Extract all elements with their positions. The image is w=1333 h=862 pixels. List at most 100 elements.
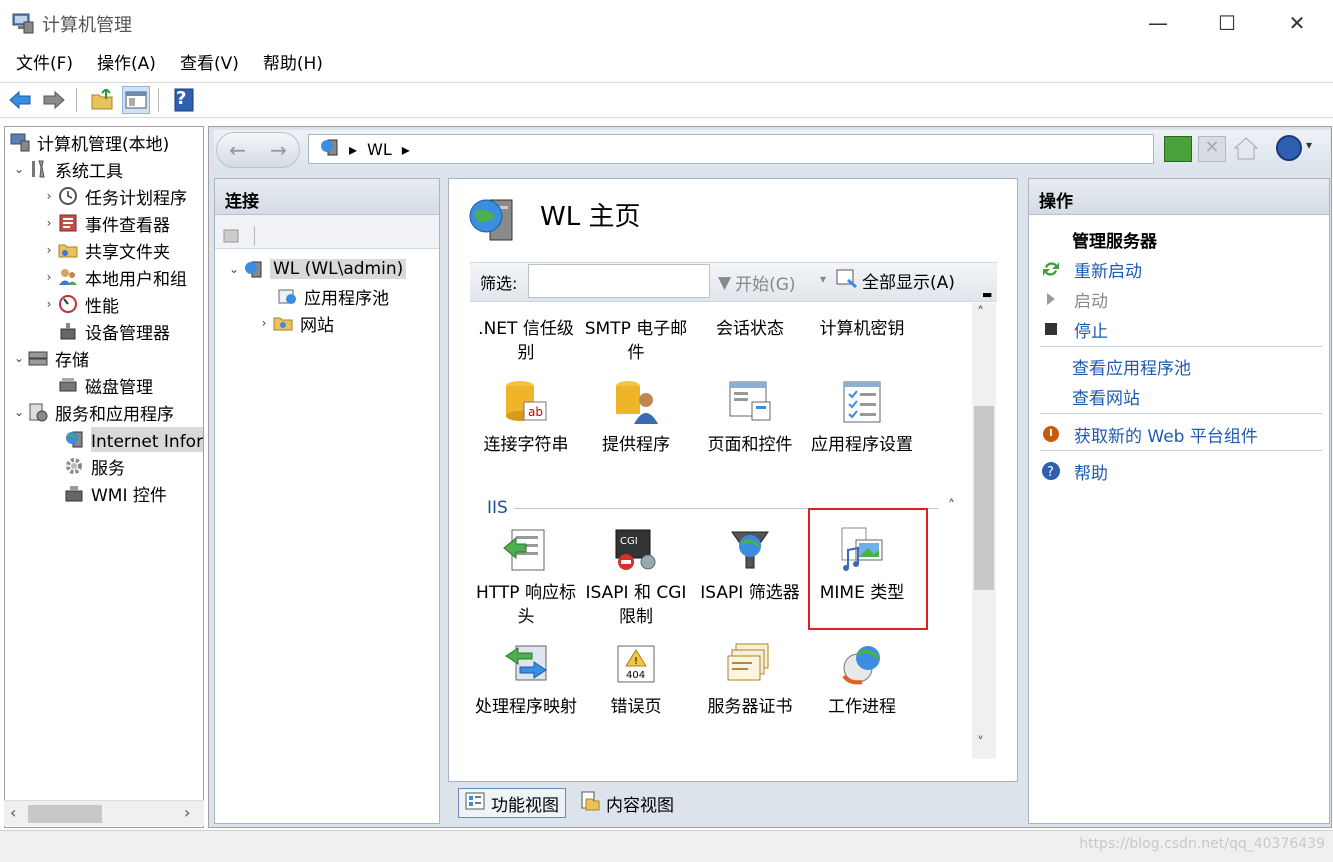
scroll-thumb[interactable] — [974, 406, 994, 590]
svg-text:404: 404 — [626, 670, 645, 681]
feature-isapi-filters[interactable]: ISAPI 筛选器 — [694, 525, 806, 605]
filter-label: 筛选: — [480, 274, 518, 293]
maximize-button[interactable]: ☐ — [1192, 0, 1262, 46]
tree-horizontal-scrollbar[interactable]: ‹ › — [4, 800, 204, 826]
feature-connection-strings[interactable]: ab 连接字符串 — [470, 377, 582, 457]
tree-wmi[interactable]: WMI 控件 — [63, 480, 167, 506]
up-folder-icon[interactable] — [88, 86, 116, 114]
feature-net-trust[interactable]: .NET 信任级别 — [470, 317, 582, 365]
tree-iis[interactable]: Internet Information Services (IIS) 管理器 — [63, 426, 203, 452]
tree-services[interactable]: 服务 — [63, 453, 125, 479]
handler-mappings-icon — [501, 639, 551, 689]
action-stop[interactable]: 停止 — [1040, 316, 1108, 342]
tree-device-manager[interactable]: 设备管理器 — [57, 318, 170, 344]
conn-server-node[interactable]: ⌄ WL (WL\admin) — [226, 256, 407, 282]
stop-x-icon[interactable]: ✕ — [1198, 136, 1226, 162]
feature-isapi-cgi[interactable]: CGI ISAPI 和 CGI 限制 — [580, 525, 692, 629]
feature-app-settings[interactable]: 应用程序设置 — [806, 377, 918, 457]
start-dropdown-icon[interactable]: ▾ — [820, 272, 826, 286]
tree-task-scheduler[interactable]: › 任务计划程序 — [41, 183, 187, 209]
scroll-down-arrow-icon[interactable]: ˅ — [977, 735, 984, 751]
feature-worker-processes[interactable]: 工作进程 — [806, 639, 918, 719]
address-breadcrumb[interactable]: ▸ WL ▸ — [308, 134, 1154, 164]
menu-help[interactable]: 帮助(H) — [255, 50, 331, 78]
chevron-down-icon[interactable]: ⌄ — [11, 351, 27, 365]
chevron-right-icon[interactable]: › — [41, 189, 57, 203]
refresh-icon[interactable] — [1164, 136, 1192, 162]
chevron-down-icon[interactable]: ▾ — [1306, 138, 1312, 152]
iis-forward-arrow-icon[interactable]: → — [270, 138, 287, 162]
show-all-button[interactable]: 全部显示(A) — [836, 268, 955, 293]
console-tree: 计算机管理(本地) ⌄ 系统工具 › 任务计划程序 › 事件查看器 › 共享文件… — [4, 126, 204, 828]
actions-title: 操作 — [1029, 179, 1329, 215]
feature-server-certificates[interactable]: 服务器证书 — [694, 639, 806, 719]
tree-shared-folders[interactable]: › 共享文件夹 — [41, 237, 170, 263]
tree-event-viewer[interactable]: › 事件查看器 — [41, 210, 170, 236]
show-hide-tree-icon[interactable] — [122, 86, 150, 114]
filter-input[interactable] — [528, 264, 710, 298]
minimize-button[interactable]: — — [1123, 0, 1193, 46]
tree-local-users[interactable]: › 本地用户和组 — [41, 264, 187, 290]
help-circle-icon: ? — [1040, 460, 1062, 482]
worker-processes-icon — [837, 639, 887, 689]
close-button[interactable]: ✕ — [1262, 0, 1332, 46]
feature-smtp-email[interactable]: SMTP 电子邮件 — [580, 317, 692, 365]
chevron-down-icon[interactable]: ⌄ — [11, 162, 27, 176]
menu-action[interactable]: 操作(A) — [89, 50, 164, 78]
chevron-right-icon[interactable]: › — [41, 216, 57, 230]
wmi-icon — [63, 482, 85, 504]
event-viewer-icon — [57, 212, 79, 234]
filter-options-icon[interactable]: ▬ — [982, 288, 992, 301]
feature-pages-controls[interactable]: 页面和控件 — [694, 377, 806, 457]
toolbar — [0, 82, 1333, 118]
action-view-app-pools[interactable]: 查看应用程序池 — [1072, 353, 1191, 379]
isapi-filter-funnel-icon — [725, 525, 775, 575]
feature-error-pages[interactable]: ! 404 错误页 — [580, 639, 692, 719]
menu-file[interactable]: 文件(F) — [8, 50, 81, 78]
action-restart[interactable]: 重新启动 — [1040, 256, 1142, 282]
tree-services-apps[interactable]: ⌄ 服务和应用程序 — [11, 399, 174, 425]
action-start[interactable]: 启动 — [1040, 286, 1108, 312]
action-view-sites[interactable]: 查看网站 — [1072, 383, 1140, 409]
scroll-left-arrow-icon[interactable]: ‹ — [10, 803, 16, 822]
connect-server-icon[interactable] — [222, 224, 242, 244]
breadcrumb-arrow-icon: ▸ — [349, 139, 358, 159]
menu-view[interactable]: 查看(V) — [172, 50, 247, 78]
home-icon[interactable] — [1232, 134, 1260, 162]
scroll-thumb[interactable] — [28, 805, 102, 823]
tree-system-tools[interactable]: ⌄ 系统工具 — [11, 156, 123, 182]
connections-toolbar — [215, 215, 439, 249]
feature-handler-mappings[interactable]: 处理程序映射 — [470, 639, 582, 719]
chevron-right-icon[interactable]: › — [256, 316, 272, 330]
chevron-down-icon[interactable]: ⌄ — [11, 405, 27, 419]
feature-session-state[interactable]: 会话状态 — [694, 317, 806, 341]
cgi-restriction-icon: CGI — [611, 525, 661, 575]
tree-performance[interactable]: › 性能 — [41, 291, 119, 317]
feature-http-response-headers[interactable]: HTTP 响应标头 — [470, 525, 582, 629]
chevron-right-icon[interactable]: › — [41, 243, 57, 257]
chevron-right-icon[interactable]: › — [41, 270, 57, 284]
action-help[interactable]: ? 帮助 — [1040, 458, 1108, 484]
breadcrumb-arrow-icon[interactable]: ▸ — [402, 140, 410, 159]
breadcrumb-item-wl[interactable]: WL — [367, 140, 392, 159]
start-filter-button[interactable]: ▼ 开始(G) — [718, 270, 796, 296]
conn-sites[interactable]: › 网站 — [256, 310, 334, 336]
back-arrow-icon[interactable] — [6, 86, 34, 114]
help-circle-icon[interactable] — [1276, 135, 1302, 161]
feature-providers[interactable]: 提供程序 — [580, 377, 692, 457]
chevron-down-icon[interactable]: ⌄ — [226, 262, 242, 276]
tree-disk-management[interactable]: 磁盘管理 — [57, 372, 153, 398]
iis-back-arrow-icon[interactable]: ← — [229, 138, 246, 162]
feature-machine-key[interactable]: 计算机密钥 — [806, 317, 918, 341]
scroll-up-arrow-icon[interactable]: ˄ — [977, 305, 984, 321]
tab-content-view[interactable]: 内容视图 — [574, 788, 680, 818]
tab-feature-view[interactable]: 功能视图 — [458, 788, 566, 818]
tree-storage[interactable]: ⌄ 存储 — [11, 345, 89, 371]
tree-root[interactable]: 计算机管理(本地) — [9, 129, 169, 155]
collapse-group-icon[interactable]: ˄ — [948, 498, 955, 514]
chevron-right-icon[interactable]: › — [41, 297, 57, 311]
scroll-right-arrow-icon[interactable]: › — [184, 803, 190, 822]
conn-app-pools[interactable]: 应用程序池 — [276, 283, 389, 309]
action-get-web-components[interactable]: 获取新的 Web 平台组件 — [1040, 421, 1258, 447]
forward-arrow-icon[interactable] — [40, 86, 68, 114]
